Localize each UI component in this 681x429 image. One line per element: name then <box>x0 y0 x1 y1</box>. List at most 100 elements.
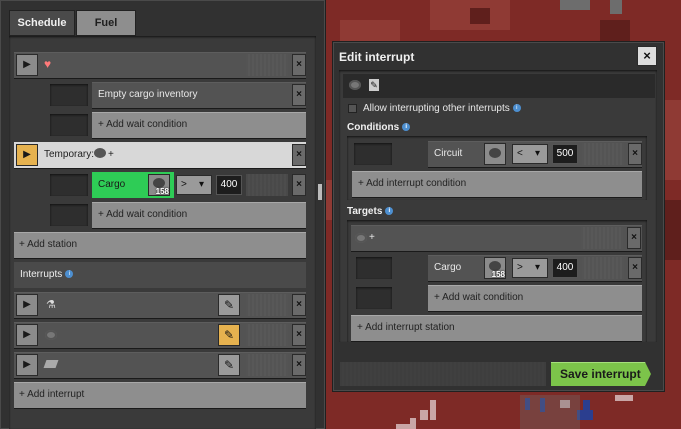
ore-icon[interactable] <box>484 143 506 165</box>
add-wait-condition-label: + Add wait condition <box>434 292 524 303</box>
play-icon[interactable]: ▶ <box>16 144 38 166</box>
cargo-value[interactable]: 400 <box>552 258 578 278</box>
scrollbar-thumb[interactable] <box>318 184 322 200</box>
empty-slot <box>356 257 392 279</box>
close-icon[interactable]: × <box>292 144 306 166</box>
temporary-station-row[interactable]: ▶ Temporary: + × <box>14 142 306 168</box>
close-icon[interactable]: × <box>628 257 642 279</box>
add-interrupt-condition-button[interactable]: + Add interrupt condition <box>352 171 642 197</box>
ore-icon <box>94 148 106 158</box>
drag-handle[interactable] <box>582 143 624 165</box>
drag-handle[interactable] <box>582 257 624 279</box>
ore-icon <box>45 330 57 340</box>
pencil-icon[interactable]: ✎ <box>218 294 240 316</box>
save-interrupt-button[interactable]: Save interrupt <box>551 362 651 386</box>
drag-handle[interactable] <box>340 362 546 386</box>
allow-interrupt-label: Allow interrupting other interrupts i <box>363 103 521 114</box>
chevron-down-icon: ▾ <box>535 148 541 159</box>
cargo-value[interactable]: 400 <box>216 175 242 195</box>
empty-slot <box>50 114 88 136</box>
cargo-condition-row[interactable]: Cargo 158 > ▾ 400 × <box>92 172 306 198</box>
close-icon[interactable]: × <box>637 46 657 66</box>
empty-slot <box>50 84 88 106</box>
cargo-label: Cargo <box>434 262 462 273</box>
drag-handle[interactable] <box>246 174 288 196</box>
play-icon[interactable]: ▶ <box>16 354 38 376</box>
add-wait-condition-label: + Add wait condition <box>98 119 188 130</box>
temporary-suffix: + <box>108 149 114 160</box>
chevron-down-icon: ▾ <box>535 262 541 273</box>
close-icon[interactable]: × <box>292 294 306 316</box>
empty-slot <box>354 143 392 165</box>
close-icon[interactable]: × <box>292 324 306 346</box>
add-station-label: + Add station <box>19 239 78 250</box>
add-interrupt-station-button[interactable]: + Add interrupt station <box>351 315 642 341</box>
circuit-condition-row[interactable]: Circuit < ▾ 500 × <box>428 141 642 167</box>
plate-icon <box>43 360 59 368</box>
play-icon[interactable]: ▶ <box>16 324 38 346</box>
add-wait-condition-label: + Add wait condition <box>98 209 188 220</box>
drag-handle[interactable] <box>246 354 288 376</box>
drag-handle[interactable] <box>246 54 288 76</box>
close-icon[interactable]: × <box>627 227 641 249</box>
ore-icon[interactable]: 158 <box>484 257 506 279</box>
empty-slot <box>50 204 88 226</box>
play-icon[interactable]: ▶ <box>16 54 38 76</box>
conditions-heading: Conditions i <box>347 122 411 133</box>
cargo-label: Cargo <box>98 179 126 190</box>
info-icon: i <box>402 123 411 132</box>
empty-slot <box>50 174 88 196</box>
interrupt-name-bar[interactable]: ✎ <box>343 74 655 98</box>
interrupts-heading: Interrupts <box>20 269 63 280</box>
add-interrupt-button[interactable]: + Add interrupt <box>14 382 306 408</box>
chevron-down-icon: ▾ <box>199 179 205 190</box>
add-wait-condition-button[interactable]: + Add wait condition <box>428 285 642 311</box>
comparator-dropdown[interactable]: > ▾ <box>176 175 212 195</box>
comparator-dropdown[interactable]: > ▾ <box>512 258 548 278</box>
drag-handle[interactable] <box>246 324 288 346</box>
heart-icon: ♥ <box>44 57 52 71</box>
empty-slot <box>356 287 392 309</box>
info-icon: i <box>385 207 394 216</box>
play-icon[interactable]: ▶ <box>16 294 38 316</box>
add-interrupt-station-label: + Add interrupt station <box>357 322 455 333</box>
close-icon[interactable]: × <box>292 354 306 376</box>
wait-condition-row[interactable]: Empty cargo inventory × <box>92 82 306 108</box>
add-interrupt-label: + Add interrupt <box>19 389 85 400</box>
ore-icon <box>349 80 361 90</box>
target-suffix: + <box>369 232 375 243</box>
add-interrupt-condition-label: + Add interrupt condition <box>358 178 467 189</box>
cargo-condition-row[interactable]: Cargo 158 > ▾ 400 × <box>428 255 642 281</box>
close-icon[interactable]: × <box>292 174 306 196</box>
close-icon[interactable]: × <box>292 54 306 76</box>
interrupt-row[interactable]: ▶ ⚗ ✎ × <box>14 292 306 318</box>
pencil-icon[interactable]: ✎ <box>369 79 379 91</box>
target-station-row[interactable]: + × <box>351 225 642 251</box>
pencil-icon[interactable]: ✎ <box>218 324 240 346</box>
temporary-label: Temporary: <box>44 149 95 160</box>
add-station-button[interactable]: + Add station <box>14 232 306 258</box>
tab-fuel[interactable]: Fuel <box>76 10 136 36</box>
circuit-label: Circuit <box>434 148 463 159</box>
add-wait-condition-button[interactable]: + Add wait condition <box>92 202 306 228</box>
station-row[interactable]: ▶ ♥ × <box>14 52 306 78</box>
tab-schedule[interactable]: Schedule <box>9 10 75 36</box>
flask-icon: ⚗ <box>46 299 56 311</box>
circuit-value[interactable]: 500 <box>552 144 578 164</box>
close-icon[interactable]: × <box>292 84 306 106</box>
pencil-icon[interactable]: ✎ <box>218 354 240 376</box>
ore-icon[interactable]: 158 <box>148 174 170 196</box>
close-icon[interactable]: × <box>628 143 642 165</box>
drag-handle[interactable] <box>246 294 288 316</box>
interrupts-header: Interrupts i <box>14 262 306 288</box>
allow-interrupt-checkbox[interactable] <box>348 104 357 113</box>
comparator-dropdown[interactable]: < ▾ <box>512 144 548 164</box>
info-icon: i <box>512 104 521 113</box>
interrupt-row[interactable]: ▶ ✎ × <box>14 352 306 378</box>
wait-condition-label: Empty cargo inventory <box>98 89 198 100</box>
dialog-title: Edit interrupt <box>339 50 415 64</box>
interrupt-row[interactable]: ▶ ✎ × <box>14 322 306 348</box>
add-wait-condition-button[interactable]: + Add wait condition <box>92 112 306 138</box>
info-icon: i <box>65 270 74 279</box>
drag-handle[interactable] <box>581 227 623 249</box>
